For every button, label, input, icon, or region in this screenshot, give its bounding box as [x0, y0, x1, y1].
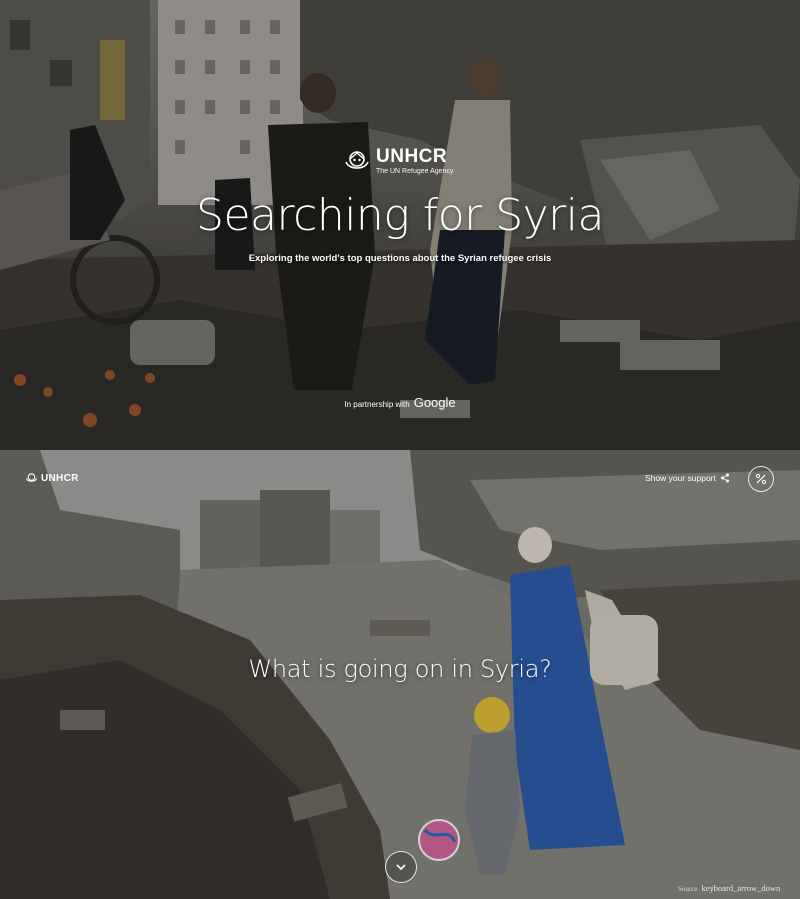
unhcr-brand[interactable]: UNHCR The UN Refugee Agency [343, 146, 463, 176]
section-question: What is going on in Syria? [248, 655, 552, 683]
show-support-label: Show your support [645, 473, 716, 483]
nav-logo[interactable]: UNHCR [25, 472, 79, 484]
source-credit[interactable]: Source keyboard_arrow_down [678, 883, 780, 893]
show-support-link[interactable]: Show your support [645, 473, 730, 483]
scroll-down-button[interactable] [385, 851, 417, 883]
source-arrow-text: keyboard_arrow_down [701, 883, 781, 893]
partnership-credit: In partnership with Google [0, 395, 800, 410]
nav-logo-text: UNHCR [41, 472, 79, 484]
chevron-down-icon [396, 864, 406, 871]
brand-name: UNHCR [376, 146, 448, 167]
page-subtitle: Exploring the world's top questions abou… [248, 253, 552, 264]
partner-google-logo[interactable]: Google [414, 395, 456, 410]
partnership-prefix: In partnership with [344, 400, 410, 409]
unhcr-emblem-icon [345, 151, 369, 169]
question-section: UNHCR Show your support What is going on… [0, 450, 800, 899]
percent-toggle-icon [755, 473, 767, 485]
brand-tagline: The UN Refugee Agency [376, 168, 454, 175]
source-label: Source [678, 885, 698, 893]
share-icon [720, 473, 729, 483]
unhcr-emblem-small-icon [25, 473, 38, 482]
hero-section: UNHCR The UN Refugee Agency Searching fo… [0, 0, 800, 450]
page-title: Searching for Syria [196, 190, 604, 241]
percent-toggle-button[interactable] [748, 466, 774, 492]
